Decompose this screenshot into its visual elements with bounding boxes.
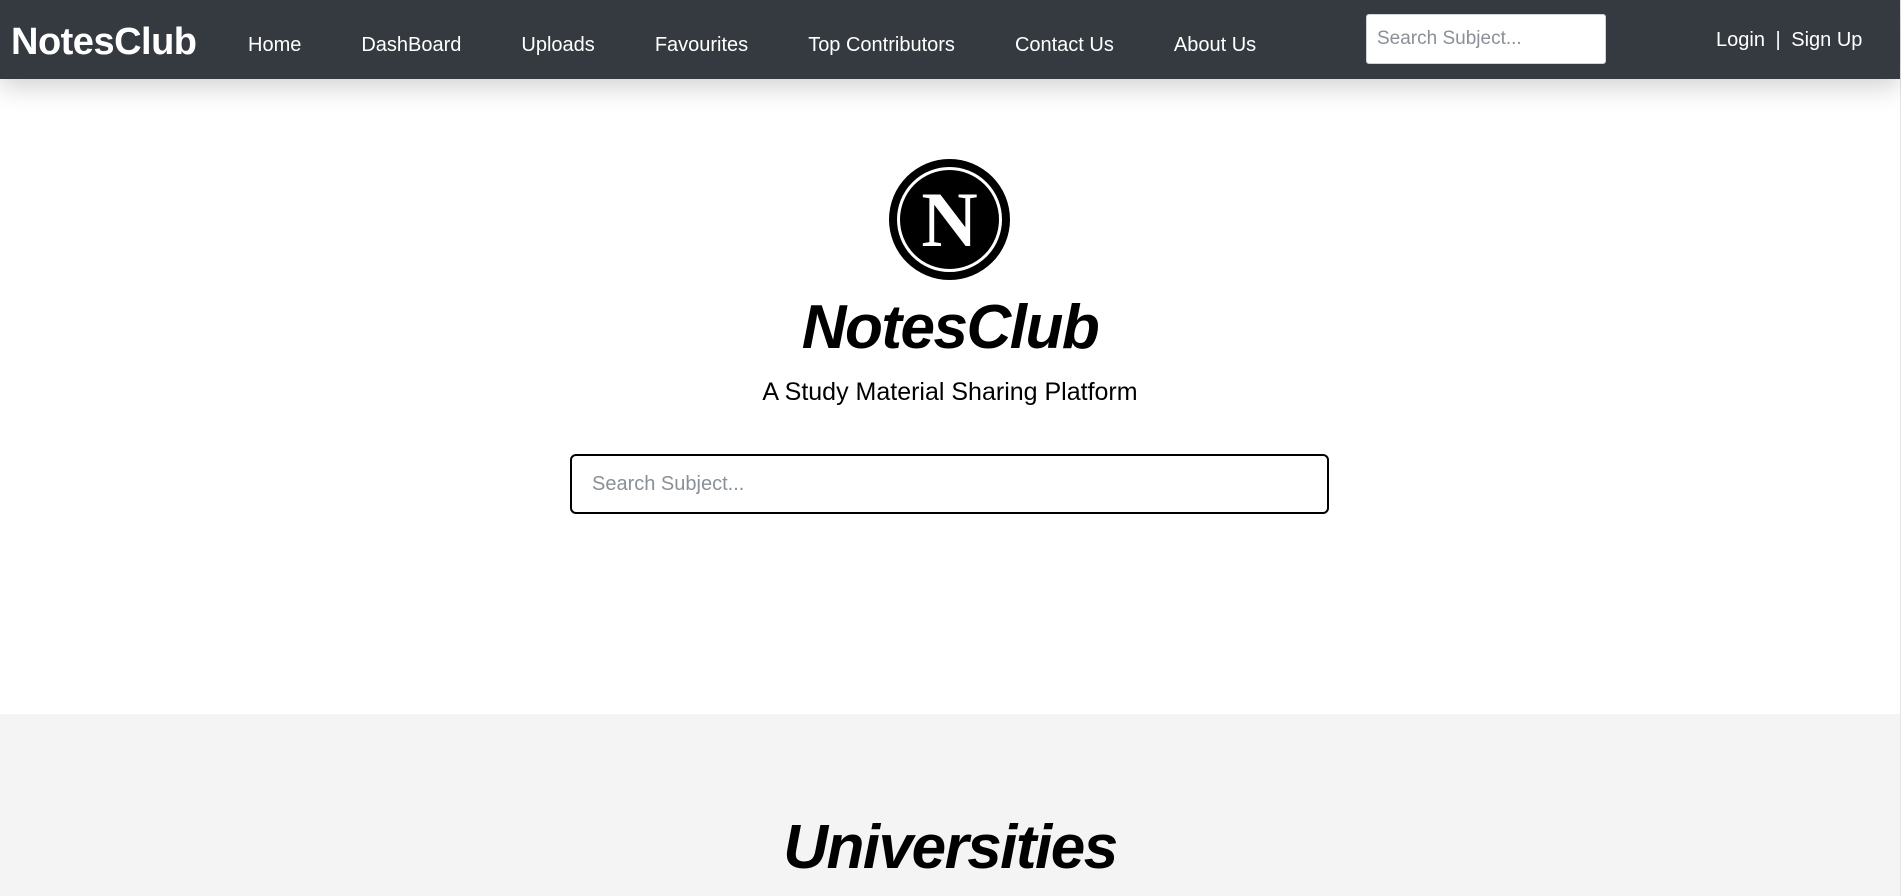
navbar-search-input[interactable] bbox=[1366, 14, 1606, 64]
nav-links: Home DashBoard Uploads Favourites Top Co… bbox=[248, 33, 1316, 57]
nav-link-contact-us[interactable]: Contact Us bbox=[1015, 33, 1114, 57]
signup-link[interactable]: Sign Up bbox=[1791, 29, 1862, 51]
nav-link-favourites[interactable]: Favourites bbox=[655, 33, 748, 57]
universities-section: Universities bbox=[0, 714, 1900, 896]
navbar-brand[interactable]: NotesClub bbox=[11, 20, 197, 64]
nav-link-home[interactable]: Home bbox=[248, 33, 301, 57]
auth-links: Login | Sign Up bbox=[1716, 28, 1862, 52]
logo-letter: N bbox=[921, 176, 978, 263]
hero-title: NotesClub bbox=[801, 293, 1100, 362]
nav-link-about-us[interactable]: About Us bbox=[1174, 33, 1256, 57]
hero-subtitle: A Study Material Sharing Platform bbox=[762, 378, 1138, 406]
navbar: NotesClub Home DashBoard Uploads Favouri… bbox=[0, 0, 1900, 79]
auth-separator: | bbox=[1775, 29, 1781, 51]
nav-link-top-contributors[interactable]: Top Contributors bbox=[808, 33, 955, 57]
nav-link-uploads[interactable]: Uploads bbox=[521, 33, 594, 57]
hero-section: N NotesClub A Study Material Sharing Pla… bbox=[0, 79, 1900, 714]
hero-search-input[interactable] bbox=[570, 454, 1329, 514]
page: NotesClub Home DashBoard Uploads Favouri… bbox=[0, 0, 1901, 896]
universities-title: Universities bbox=[783, 813, 1118, 882]
notesclub-logo-icon: N bbox=[889, 159, 1010, 280]
nav-link-dashboard[interactable]: DashBoard bbox=[361, 33, 461, 57]
login-link[interactable]: Login bbox=[1716, 29, 1765, 51]
